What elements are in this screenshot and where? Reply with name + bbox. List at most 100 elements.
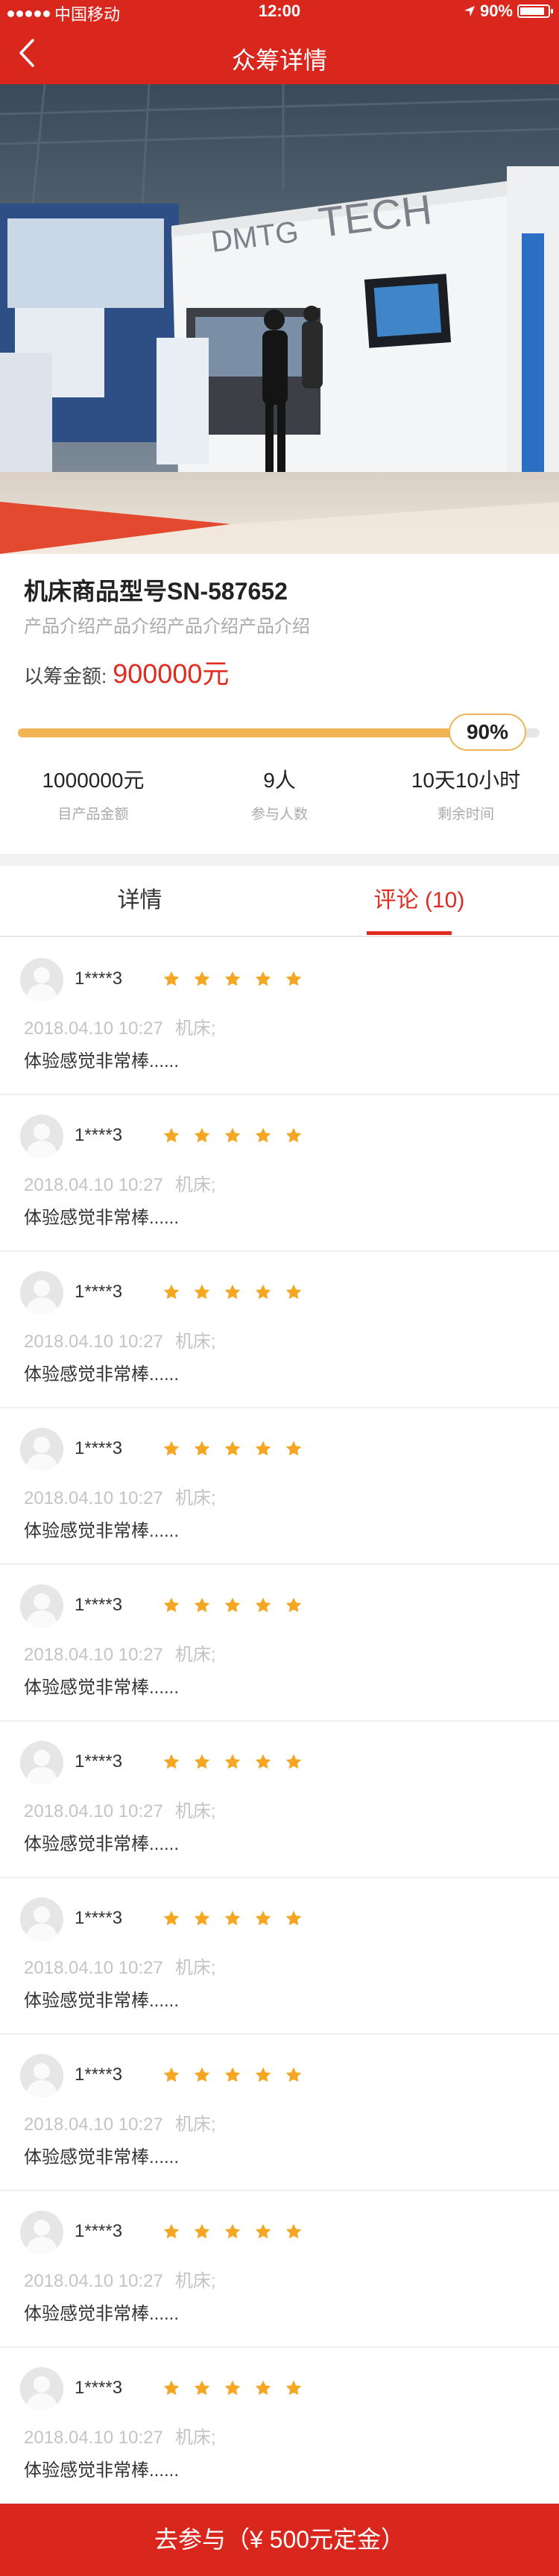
comment-text: 体验感觉非常棒...... bbox=[24, 2147, 180, 2167]
comment-item: 1****3 2018.04.10 10:27 机床; 体验感觉非常棒...... bbox=[0, 939, 559, 1095]
user-avatar-icon bbox=[20, 1115, 63, 1158]
star-icon bbox=[162, 1127, 180, 1144]
star-icon bbox=[285, 1440, 303, 1458]
star-icon bbox=[254, 2379, 272, 2397]
comment-text: 体验感觉非常棒...... bbox=[24, 1834, 180, 1854]
comment-username: 1****3 bbox=[75, 969, 123, 989]
comment-category: 机床; bbox=[174, 1645, 216, 1665]
status-bar: 中国移动 12:00 90% bbox=[0, 0, 559, 24]
comment-meta: 2018.04.10 10:27 机床; bbox=[24, 1013, 216, 1039]
rating-stars bbox=[162, 2066, 303, 2084]
star-icon bbox=[254, 2223, 272, 2240]
page-title: 众筹详情 bbox=[231, 47, 327, 74]
star-icon bbox=[162, 1596, 180, 1614]
star-icon bbox=[162, 1283, 180, 1301]
funding-progress-fill bbox=[18, 728, 487, 737]
product-description: 产品介绍产品介绍产品介绍产品介绍 bbox=[24, 617, 310, 637]
product-hero-image: DMTG TECH bbox=[0, 84, 559, 554]
star-icon bbox=[254, 1440, 272, 1458]
star-icon bbox=[162, 970, 180, 988]
avatar bbox=[20, 1898, 63, 1941]
comment-category: 机床; bbox=[174, 2114, 216, 2135]
avatar bbox=[20, 1741, 63, 1784]
star-icon bbox=[162, 2223, 180, 2240]
avatar bbox=[20, 2054, 63, 2097]
comment-text: 体验感觉非常棒...... bbox=[24, 1364, 180, 1385]
stat-target-amount: 1000000元 目产品金额 bbox=[0, 764, 186, 823]
comment-item: 1****3 2018.04.10 10:27 机床; 体验感觉非常棒...... bbox=[0, 1408, 559, 1565]
stat-participants: 9人 参与人数 bbox=[186, 764, 373, 823]
comment-text: 体验感觉非常棒...... bbox=[24, 1678, 180, 1698]
comment-meta: 2018.04.10 10:27 机床; bbox=[24, 1953, 216, 1979]
star-icon bbox=[224, 1283, 241, 1301]
star-icon bbox=[193, 1596, 211, 1614]
star-icon bbox=[254, 1127, 272, 1144]
comment-date: 2018.04.10 10:27 bbox=[24, 2114, 163, 2135]
user-avatar-icon bbox=[20, 1428, 63, 1471]
comment-category: 机床; bbox=[174, 1958, 216, 1978]
comment-category: 机床; bbox=[174, 1332, 216, 1352]
rating-stars bbox=[162, 1440, 303, 1458]
comment-date: 2018.04.10 10:27 bbox=[24, 1958, 163, 1978]
star-icon bbox=[224, 1753, 241, 1771]
comment-item: 1****3 2018.04.10 10:27 机床; 体验感觉非常棒...... bbox=[0, 1095, 559, 1252]
comment-item: 1****3 2018.04.10 10:27 机床; 体验感觉非常棒...... bbox=[0, 1722, 559, 1878]
avatar bbox=[20, 1584, 63, 1628]
comment-category: 机床; bbox=[174, 1018, 216, 1039]
raised-label: 以筹金额: bbox=[24, 665, 107, 687]
status-right: 90% bbox=[464, 1, 553, 21]
comment-category: 机床; bbox=[174, 2271, 216, 2291]
star-icon bbox=[193, 970, 211, 988]
comment-date: 2018.04.10 10:27 bbox=[24, 2428, 163, 2448]
comment-meta: 2018.04.10 10:27 机床; bbox=[24, 2109, 216, 2135]
star-icon bbox=[193, 1440, 211, 1458]
avatar bbox=[20, 2367, 63, 2410]
user-avatar-icon bbox=[20, 2211, 63, 2254]
star-icon bbox=[162, 1909, 180, 1927]
section-divider bbox=[0, 854, 559, 866]
comment-meta: 2018.04.10 10:27 机床; bbox=[24, 1640, 216, 1666]
participate-button[interactable]: 去参与（¥ 500元定金） bbox=[0, 2504, 559, 2576]
stat-value: 10天10小时 bbox=[411, 769, 521, 792]
rating-stars bbox=[162, 1753, 303, 1771]
nav-bar: 众筹详情 bbox=[0, 22, 559, 84]
comment-item: 1****3 2018.04.10 10:27 机床; 体验感觉非常棒...... bbox=[0, 1878, 559, 2035]
comment-text: 体验感觉非常棒...... bbox=[24, 1991, 180, 2011]
comment-meta: 2018.04.10 10:27 机床; bbox=[24, 1326, 216, 1352]
comment-date: 2018.04.10 10:27 bbox=[24, 1175, 163, 1195]
comment-item: 1****3 2018.04.10 10:27 机床; 体验感觉非常棒...... bbox=[0, 2348, 559, 2504]
rating-stars bbox=[162, 1127, 303, 1144]
rating-stars bbox=[162, 970, 303, 988]
star-icon bbox=[224, 1909, 241, 1927]
rating-stars bbox=[162, 1596, 303, 1614]
rating-stars bbox=[162, 1909, 303, 1927]
top-bar: 中国移动 12:00 90% 众筹详情 bbox=[0, 0, 559, 84]
stat-label: 剩余时间 bbox=[437, 807, 494, 822]
tab-comments[interactable]: 评论 (10) bbox=[280, 866, 559, 936]
user-avatar-icon bbox=[20, 1741, 63, 1784]
funding-progress-badge: 90% bbox=[449, 714, 526, 751]
star-icon bbox=[224, 2223, 241, 2240]
comment-username: 1****3 bbox=[75, 1125, 123, 1145]
tab-details[interactable]: 详情 bbox=[0, 866, 280, 936]
comment-meta: 2018.04.10 10:27 机床; bbox=[24, 1170, 216, 1196]
star-icon bbox=[193, 2379, 211, 2397]
star-icon bbox=[285, 1283, 303, 1301]
battery-percent: 90% bbox=[479, 1, 513, 20]
avatar bbox=[20, 1115, 63, 1158]
star-icon bbox=[193, 2066, 211, 2084]
star-icon bbox=[285, 2379, 303, 2397]
star-icon bbox=[285, 1753, 303, 1771]
comment-username: 1****3 bbox=[75, 1595, 123, 1615]
user-avatar-icon bbox=[20, 958, 63, 1001]
star-icon bbox=[193, 1753, 211, 1771]
comment-username: 1****3 bbox=[75, 1282, 123, 1302]
location-arrow-icon bbox=[464, 6, 475, 16]
star-icon bbox=[224, 1440, 241, 1458]
comment-date: 2018.04.10 10:27 bbox=[24, 1332, 163, 1352]
comment-item: 1****3 2018.04.10 10:27 机床; 体验感觉非常棒...... bbox=[0, 2191, 559, 2348]
comment-category: 机床; bbox=[174, 1488, 216, 1508]
comment-text: 体验感觉非常棒...... bbox=[24, 2460, 180, 2481]
star-icon bbox=[224, 970, 241, 988]
star-icon bbox=[254, 970, 272, 988]
